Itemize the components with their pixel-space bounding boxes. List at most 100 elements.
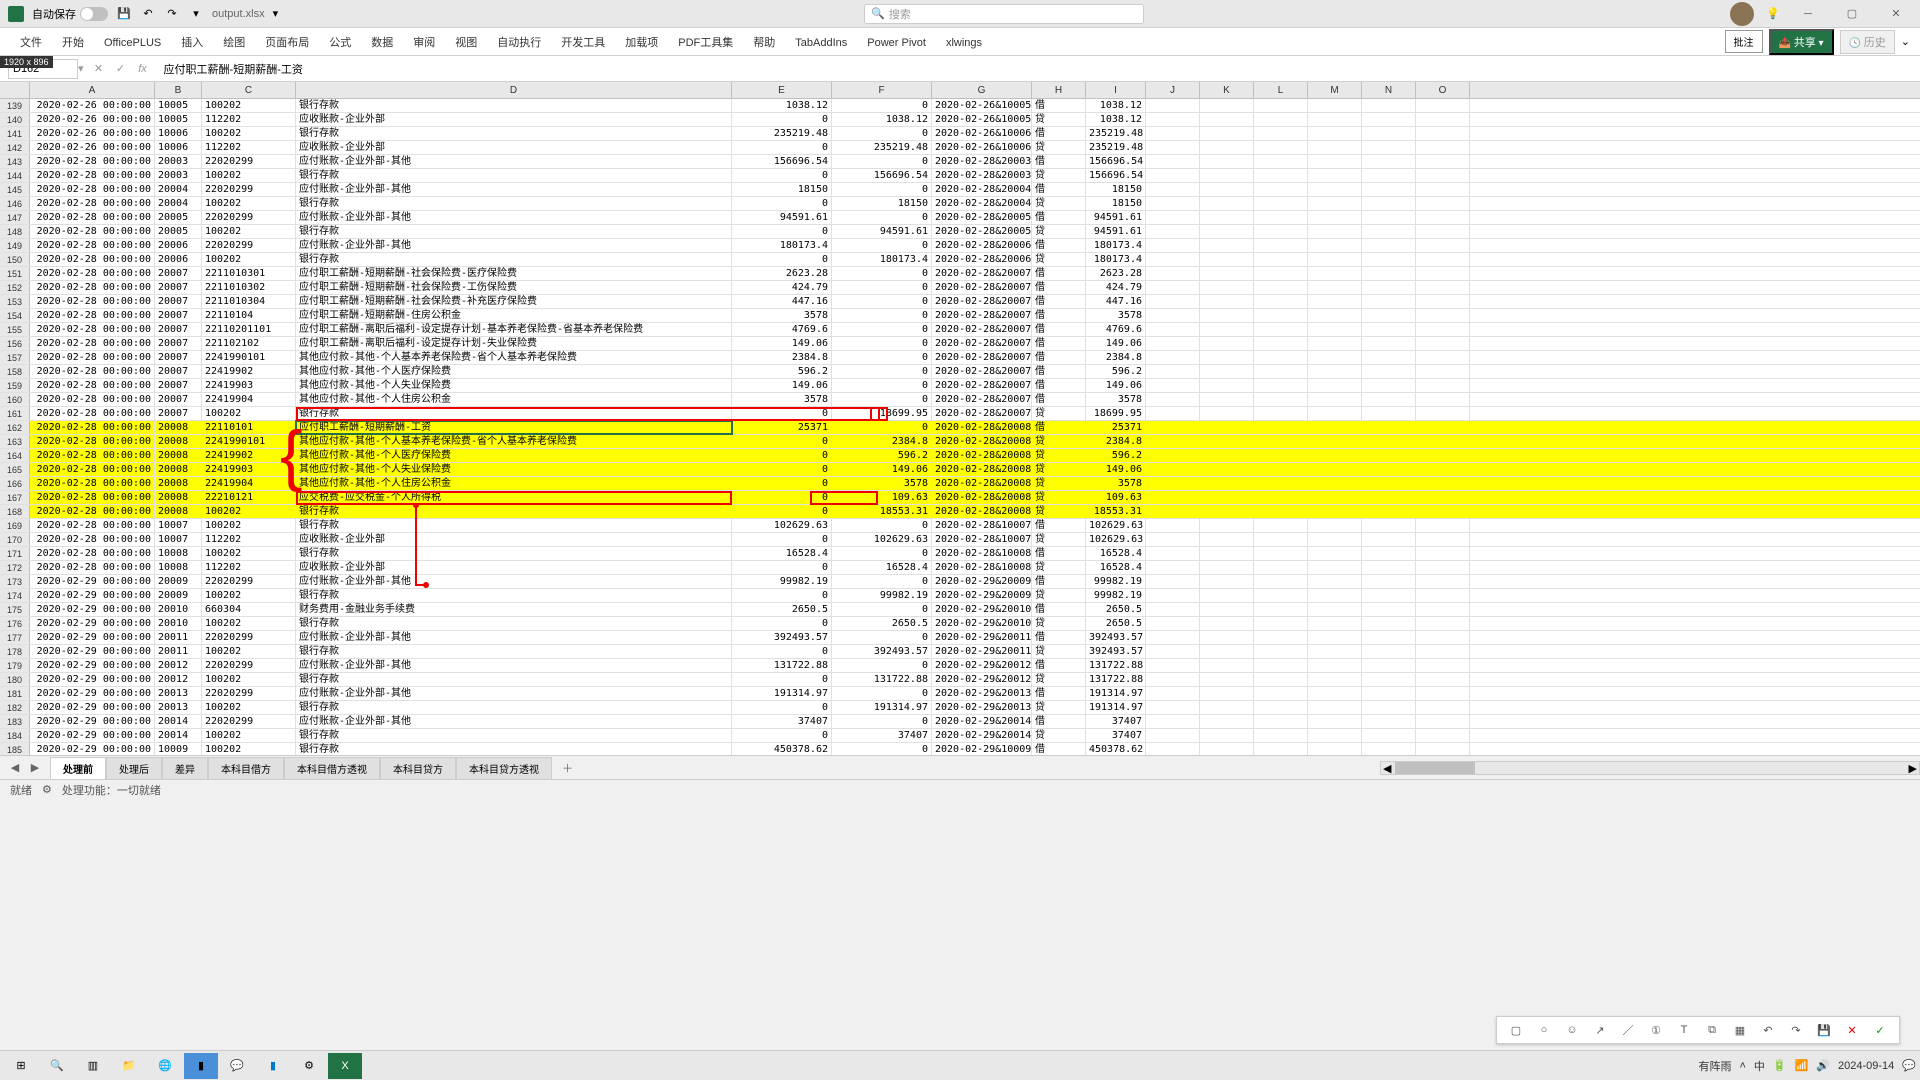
table-row[interactable]: 1512020-02-28 00:00:00200072211010301应付职… [0,267,1920,281]
cell[interactable]: 0 [732,225,832,238]
cell[interactable] [1416,561,1470,574]
cell[interactable]: 银行存款 [296,743,732,755]
col-header[interactable]: E [732,82,832,98]
cell[interactable] [1254,421,1308,434]
cell[interactable] [1254,659,1308,672]
cell[interactable] [1254,351,1308,364]
cell[interactable]: 100202 [202,169,296,182]
cell[interactable]: 2020-02-29 00:00:00 [30,743,155,755]
confirm-formula-icon[interactable]: ✓ [112,60,130,78]
cell[interactable] [1362,491,1416,504]
cell[interactable]: 0 [732,169,832,182]
cell[interactable]: 20007 [155,281,202,294]
row-header[interactable]: 167 [0,491,30,504]
cell[interactable]: 2020-02-26&10005 [932,99,1032,112]
redo-tool-icon[interactable]: ↷ [1787,1021,1805,1039]
cell[interactable]: 20012 [155,659,202,672]
cell[interactable]: 2020-02-28 00:00:00 [30,393,155,406]
cell[interactable]: 16528.4 [832,561,932,574]
cell[interactable]: 0 [732,505,832,518]
cell[interactable]: 0 [832,267,932,280]
cell[interactable] [1200,589,1254,602]
cell[interactable]: 银行存款 [296,407,732,420]
cell[interactable] [1146,547,1200,560]
cell[interactable]: 其他应付款-其他-个人住房公积金 [296,393,732,406]
ribbon-tab[interactable]: 帮助 [743,31,785,55]
cell[interactable] [1200,407,1254,420]
cell[interactable]: 0 [832,519,932,532]
cell[interactable]: 贷 [1032,645,1086,658]
cell[interactable]: 2020-02-28 00:00:00 [30,323,155,336]
cell[interactable]: 20007 [155,309,202,322]
cell[interactable] [1416,365,1470,378]
cell[interactable]: 20008 [155,463,202,476]
table-row[interactable]: 1812020-02-29 00:00:002001322020299应付账款-… [0,687,1920,701]
cell[interactable] [1146,379,1200,392]
cell[interactable] [1308,351,1362,364]
cell[interactable]: 0 [832,547,932,560]
cell[interactable]: 18553.31 [832,505,932,518]
cell[interactable]: 20008 [155,435,202,448]
sheet-tab[interactable]: 处理后 [106,757,162,779]
cell[interactable]: 20014 [155,729,202,742]
cell[interactable]: 2020-02-28&20007 [932,407,1032,420]
table-row[interactable]: 1522020-02-28 00:00:00200072211010302应付职… [0,281,1920,295]
cell[interactable]: 18150 [832,197,932,210]
cell[interactable]: 2020-02-29 00:00:00 [30,589,155,602]
cell[interactable]: 0 [732,701,832,714]
cell[interactable] [1254,169,1308,182]
cell[interactable] [1362,561,1416,574]
cell[interactable]: 应付账款-企业外部-其他 [296,239,732,252]
cell[interactable]: 2020-02-28 00:00:00 [30,155,155,168]
cell[interactable]: 22020299 [202,239,296,252]
cell[interactable] [1362,687,1416,700]
cell[interactable] [1362,449,1416,462]
row-header[interactable]: 140 [0,113,30,126]
cell[interactable]: 银行存款 [296,505,732,518]
cell[interactable]: 22020299 [202,659,296,672]
row-header[interactable]: 185 [0,743,30,755]
auto-save-toggle[interactable]: 自动保存 [32,6,108,22]
table-row[interactable]: 1472020-02-28 00:00:002000522020299应付账款-… [0,211,1920,225]
cell[interactable]: 596.2 [1086,365,1146,378]
cell[interactable] [1362,155,1416,168]
confirm-tool-icon[interactable]: ✓ [1871,1021,1889,1039]
cell[interactable]: 2020-02-28 00:00:00 [30,477,155,490]
table-row[interactable]: 1592020-02-28 00:00:002000722419903其他应付款… [0,379,1920,393]
cell[interactable]: 2020-02-28&10007 [932,519,1032,532]
cell[interactable] [1362,659,1416,672]
cell[interactable] [1362,253,1416,266]
cell[interactable]: 94591.61 [1086,211,1146,224]
table-row[interactable]: 1452020-02-28 00:00:002000422020299应付账款-… [0,183,1920,197]
cell[interactable] [1146,519,1200,532]
cell[interactable]: 10005 [155,113,202,126]
cell[interactable]: 18150 [732,183,832,196]
cell[interactable]: 180173.4 [732,239,832,252]
cell[interactable] [1200,113,1254,126]
cell[interactable]: 20010 [155,617,202,630]
cell[interactable]: 2020-02-29&20012 [932,659,1032,672]
cell[interactable] [1362,505,1416,518]
tray-chevron-icon[interactable]: ˄ [1739,1060,1745,1072]
cell[interactable]: 银行存款 [296,673,732,686]
cell[interactable] [1308,141,1362,154]
cell[interactable] [1254,295,1308,308]
ribbon-tab[interactable]: Power Pivot [857,31,936,55]
cell[interactable] [1146,337,1200,350]
cell[interactable]: 149.06 [732,337,832,350]
cell[interactable]: 20013 [155,701,202,714]
cell[interactable] [1362,477,1416,490]
cell[interactable]: 0 [832,603,932,616]
table-row[interactable]: 1832020-02-29 00:00:002001422020299应付账款-… [0,715,1920,729]
cell[interactable] [1362,393,1416,406]
file-explorer-icon[interactable]: 📁 [112,1053,146,1079]
cell[interactable]: 贷 [1032,561,1086,574]
cell[interactable] [1416,715,1470,728]
cell[interactable] [1308,491,1362,504]
cell[interactable] [1362,435,1416,448]
cell[interactable]: 392493.57 [832,645,932,658]
cell[interactable] [1416,547,1470,560]
cell[interactable] [1200,197,1254,210]
cell[interactable]: 0 [832,631,932,644]
cell[interactable]: 10007 [155,519,202,532]
